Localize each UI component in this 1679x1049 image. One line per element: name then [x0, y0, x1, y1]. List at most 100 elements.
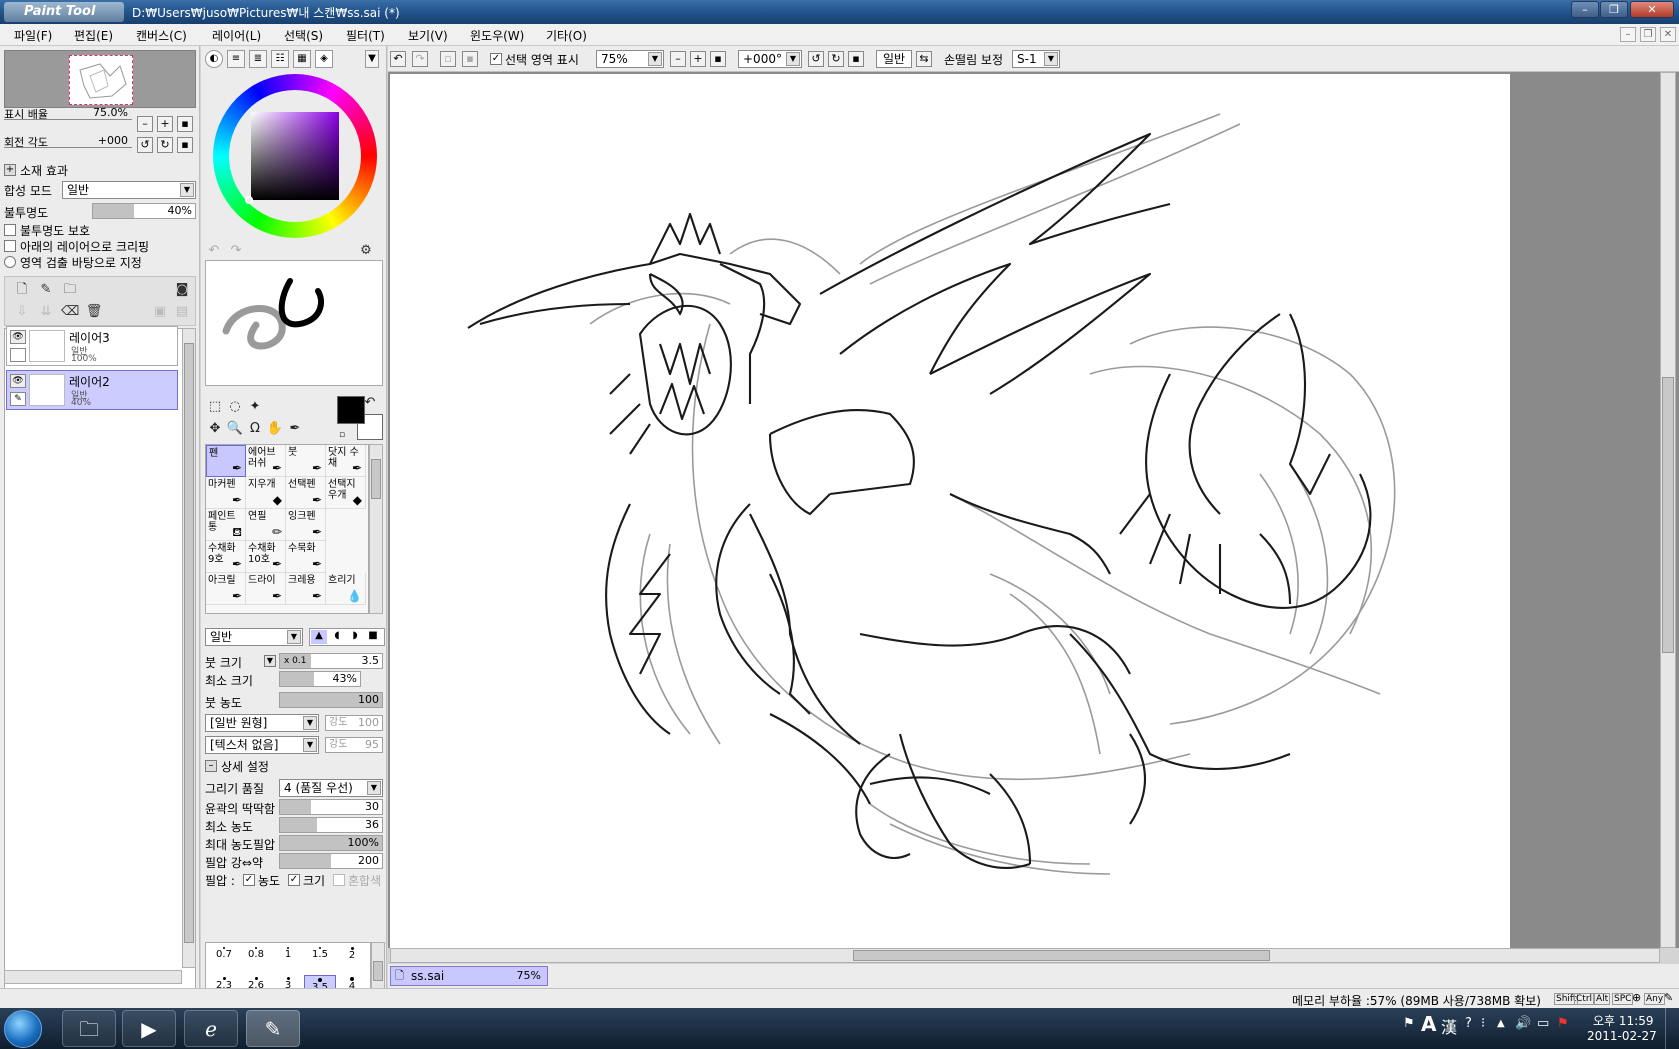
language-bar-icon[interactable]: ⚑: [1403, 1016, 1415, 1031]
ime-options-icon[interactable]: ⁝: [1481, 1016, 1485, 1031]
size-preset[interactable]: 0.7: [208, 945, 240, 975]
canvas-horizontal-scroll-thumb[interactable]: [853, 950, 1270, 961]
eye-icon[interactable]: 👁: [10, 374, 26, 388]
canvas-zoom-in-button[interactable]: +: [690, 51, 706, 67]
apply-mask-icon[interactable]: ▣: [151, 303, 169, 321]
min-size-slider[interactable]: 43%: [279, 671, 361, 687]
canvas-rotate-right-button[interactable]: ↻: [828, 51, 844, 67]
navigator-viewport[interactable]: [69, 55, 133, 105]
brush-density-slider[interactable]: 100: [279, 692, 383, 708]
mdi-close-button[interactable]: ✕: [1660, 27, 1676, 42]
maximize-button[interactable]: ❐: [1600, 1, 1628, 18]
texture-strength-slider[interactable]: 강도 95: [325, 737, 383, 753]
delete-layer-icon[interactable]: 🗑: [85, 303, 103, 321]
color-panel-menu-icon[interactable]: ▼: [365, 50, 379, 68]
tool-crayon[interactable]: 크레용 ✒: [286, 573, 326, 605]
undo-icon[interactable]: ↶: [390, 51, 406, 67]
foreground-color-swatch[interactable]: [337, 396, 365, 424]
drawing-canvas[interactable]: [390, 74, 1510, 948]
tool-blur[interactable]: 흐리기 💧: [326, 573, 366, 605]
size-preset[interactable]: 0.8: [240, 945, 272, 975]
file-tab[interactable]: 🗋 ss.sai 75%: [390, 966, 548, 986]
blend-mode-select[interactable]: 일반 ▼: [62, 181, 196, 199]
tool-watercolor[interactable]: 닷지 수채 ✒: [326, 445, 366, 477]
eye-icon[interactable]: 👁: [10, 330, 26, 344]
zoom-reset-button[interactable]: ▪: [177, 116, 193, 132]
explorer-icon[interactable]: 🗀: [62, 1010, 116, 1047]
zoom-select[interactable]: 75% ▼: [596, 50, 664, 68]
canvas-vertical-scroll-thumb[interactable]: [1662, 377, 1674, 653]
size-preset[interactable]: 1.5: [304, 945, 336, 975]
menu-select[interactable]: 선택(S): [284, 27, 323, 44]
brush-shape-select[interactable]: [일반 원형] ▼: [205, 714, 319, 732]
brush-texture-select[interactable]: [텍스처 없음] ▼: [205, 736, 319, 754]
size-multiplier-dropdown[interactable]: ▼: [264, 655, 276, 667]
canvas-rotate-left-button[interactable]: ↺: [808, 51, 824, 67]
brush-size-slider[interactable]: x 0.1 3.5: [279, 653, 383, 669]
layer-mask-icon[interactable]: ◙: [173, 281, 191, 299]
mdi-restore-button[interactable]: ❐: [1640, 27, 1656, 42]
tool-bucket[interactable]: 페인트통 ⛾: [206, 509, 246, 541]
show-selection-checkbox[interactable]: ✓: [490, 53, 502, 65]
color-mix-tab[interactable]: ◈: [315, 50, 333, 68]
canvas-blend-button[interactable]: 일반: [876, 50, 912, 68]
move-icon[interactable]: ✥: [205, 420, 225, 438]
rotate-right-button[interactable]: ↻: [157, 137, 173, 153]
deselect-icon[interactable]: ▫: [440, 51, 456, 67]
new-layer-icon[interactable]: 🗋: [13, 281, 31, 299]
volume-icon[interactable]: 🔊: [1515, 1016, 1531, 1031]
clear-layer-icon[interactable]: ⌫: [61, 303, 79, 321]
tool-watercolor-9[interactable]: 수채화 9호 ✒: [206, 541, 246, 573]
close-button[interactable]: ✕: [1630, 1, 1674, 18]
quality-select[interactable]: 4 (품질 우선) ▼: [279, 779, 383, 797]
menu-file[interactable]: 파일(F): [14, 27, 52, 44]
tool-marker[interactable]: 마커펜 ✒: [206, 477, 246, 509]
tool-ink-wash[interactable]: 수묵화 ✒: [286, 541, 326, 573]
tool-select-eraser[interactable]: 선택지우개 ◆: [326, 477, 366, 509]
media-player-icon[interactable]: ▶: [122, 1010, 176, 1047]
menu-window[interactable]: 윈도우(W): [470, 27, 524, 44]
redo-icon[interactable]: ↷: [412, 51, 428, 67]
zoom-in-button[interactable]: +: [157, 116, 173, 132]
pressure-curve-slider[interactable]: 200: [279, 853, 383, 869]
network-icon[interactable]: ▭: [1537, 1016, 1549, 1031]
opacity-slider[interactable]: 40%: [92, 203, 196, 219]
remove-mask-icon[interactable]: ▤: [173, 303, 191, 321]
scratchpad-tab[interactable]: ▦: [293, 50, 311, 68]
tool-pen[interactable]: 펜 ✒: [206, 445, 246, 477]
ime-hanja[interactable]: 漢: [1441, 1014, 1457, 1038]
hsv-slider-tab[interactable]: ≣: [249, 50, 267, 68]
rotate-reset-button[interactable]: ▪: [177, 137, 193, 153]
internet-explorer-icon[interactable]: ℯ: [184, 1010, 238, 1047]
shape-strength-slider[interactable]: 강도 100: [325, 715, 383, 731]
clock-date[interactable]: 2011-02-27: [1587, 1029, 1657, 1043]
edge-hard-icon[interactable]: ▲: [311, 630, 327, 644]
start-button[interactable]: [4, 1010, 42, 1048]
zoom-icon[interactable]: 🔍: [225, 420, 245, 438]
redo-color-icon[interactable]: ↷: [227, 242, 245, 260]
menu-canvas[interactable]: 캔버스(C): [136, 27, 187, 44]
show-hidden-icons[interactable]: ▲: [1497, 1018, 1505, 1029]
invert-selection-icon[interactable]: ▪: [462, 51, 478, 67]
canvas-area[interactable]: [388, 72, 1679, 948]
tool-dry[interactable]: 드라이 ✒: [246, 573, 286, 605]
menu-edit[interactable]: 편집(E): [74, 27, 113, 44]
rotate-left-button[interactable]: ↺: [137, 137, 153, 153]
rotate-slider[interactable]: 회전 각도 +000: [4, 134, 132, 154]
lasso-icon[interactable]: ◌: [225, 398, 245, 416]
pressure-size-checkbox[interactable]: ✓: [288, 874, 300, 886]
detail-collapse-icon[interactable]: –: [205, 760, 217, 772]
tool-acrylic[interactable]: 아크릴 ✒: [206, 573, 246, 605]
color-wheel[interactable]: [213, 74, 377, 238]
canvas-rotate-reset-button[interactable]: ▪: [848, 51, 864, 67]
canvas-vertical-scrollbar[interactable]: [1660, 72, 1676, 948]
layer-lock-box[interactable]: [10, 348, 26, 362]
edge-soft-icon[interactable]: ◗: [347, 630, 363, 644]
brush-preview-settings-icon[interactable]: ⚙: [357, 242, 375, 260]
size-preset[interactable]: 1: [272, 945, 304, 975]
zoom-slider[interactable]: 표시 배율 75.0%: [4, 106, 132, 126]
tool-ink-pen[interactable]: 잉크펜 ✒: [286, 509, 326, 541]
transparent-color-icon[interactable]: ▫: [335, 426, 349, 444]
saturation-value-square[interactable]: [251, 112, 339, 200]
swap-colors-icon[interactable]: ↶: [363, 394, 377, 412]
